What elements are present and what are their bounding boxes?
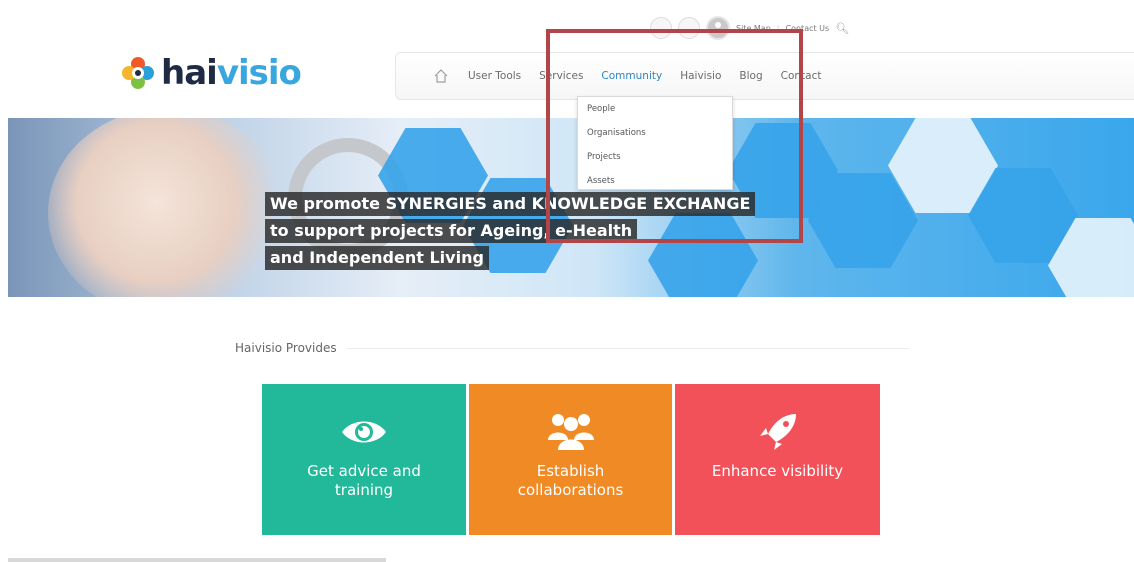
nav-item-user-tools[interactable]: User Tools bbox=[468, 70, 521, 82]
people-icon bbox=[544, 412, 598, 452]
search-icon[interactable]: 🔍︎ bbox=[835, 22, 849, 35]
card-advice[interactable]: Get advice and training bbox=[262, 384, 466, 535]
logo-text-accent: visio bbox=[216, 53, 302, 93]
card-visibility[interactable]: Enhance visibility bbox=[675, 384, 880, 535]
page: Site Map | Contact Us 🔍︎ haivisio User T… bbox=[0, 0, 1134, 562]
highlight-box bbox=[546, 29, 803, 243]
provides-heading: Haivisio Provides bbox=[235, 341, 909, 355]
logo-text-prefix: hai bbox=[161, 53, 218, 93]
rocket-icon bbox=[756, 412, 800, 452]
scrollbar[interactable] bbox=[8, 558, 386, 562]
card-label: Get advice and training bbox=[307, 462, 421, 499]
card-label: Enhance visibility bbox=[711, 462, 844, 480]
logo-flower-icon bbox=[121, 56, 155, 90]
hero-tagline-line: and Independent Living bbox=[265, 246, 489, 270]
hero-hand-image bbox=[48, 118, 288, 297]
logo[interactable]: haivisio bbox=[121, 53, 302, 93]
home-icon[interactable] bbox=[432, 67, 450, 85]
card-label: Establish collaborations bbox=[517, 462, 624, 499]
provides-cards: Get advice and training Establish collab… bbox=[262, 384, 880, 535]
section-title: Haivisio Provides bbox=[235, 341, 337, 355]
logo-text: haivisio bbox=[161, 53, 302, 93]
divider bbox=[346, 347, 909, 349]
eye-icon bbox=[340, 412, 388, 452]
card-collaborations[interactable]: Establish collaborations bbox=[469, 384, 672, 535]
